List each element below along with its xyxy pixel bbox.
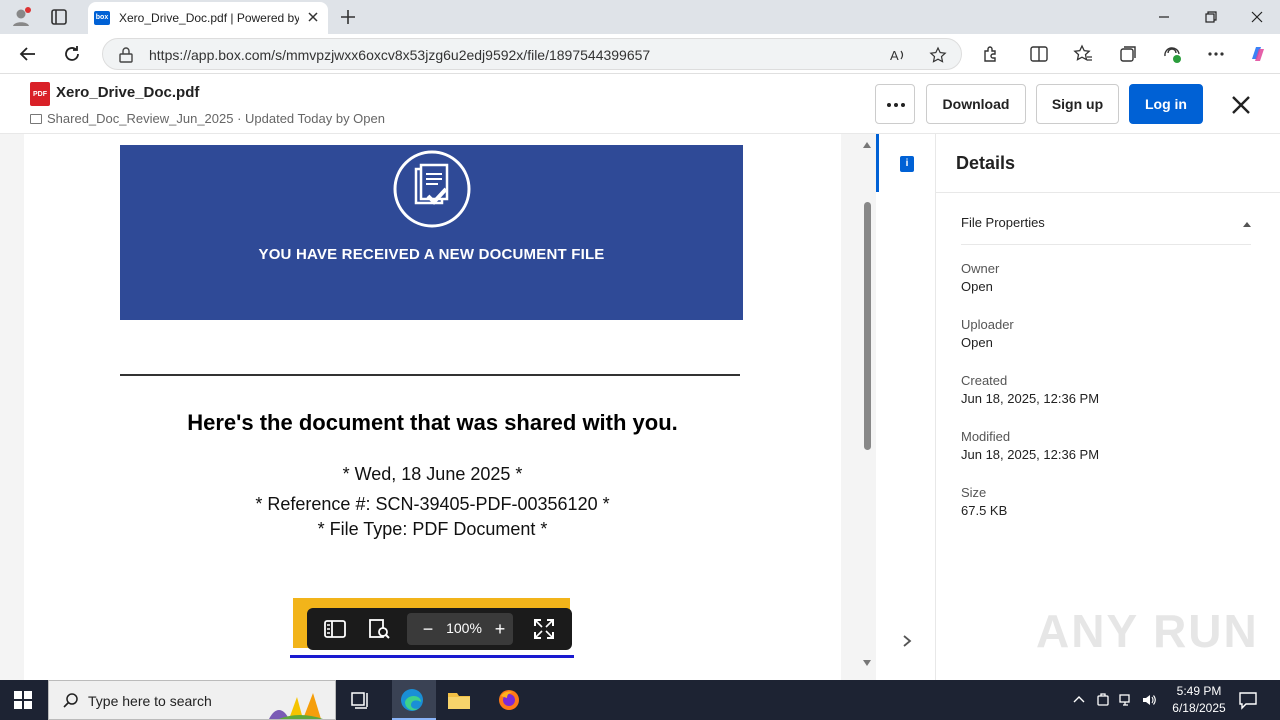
file-properties-header[interactable]: File Properties xyxy=(961,215,1045,230)
pdf-file-icon: PDF xyxy=(30,82,50,106)
breadcrumb[interactable]: Shared_Doc_Review_Jun_2025 · Updated Tod… xyxy=(47,111,385,126)
clock-date: 6/18/2025 xyxy=(1172,701,1226,715)
favorites-icon[interactable] xyxy=(1073,44,1093,64)
box-file-header: PDF Xero_Drive_Doc.pdf Shared_Doc_Review… xyxy=(0,74,1280,134)
active-indicator xyxy=(876,134,879,192)
scroll-thumb[interactable] xyxy=(864,202,871,450)
search-highlight-icon xyxy=(269,693,323,719)
uploader-value: Open xyxy=(961,335,993,350)
url-text: https://app.box.com/s/mmvpzjwxx6oxcv8x53… xyxy=(149,47,651,63)
close-window-icon[interactable] xyxy=(1248,8,1266,26)
show-hidden-icons-icon[interactable] xyxy=(1072,693,1086,707)
split-screen-icon[interactable] xyxy=(1029,44,1049,64)
owner-value: Open xyxy=(961,279,993,294)
owner-label: Owner xyxy=(961,261,1000,276)
more-menu-icon[interactable] xyxy=(1206,44,1226,64)
folder-icon xyxy=(30,114,42,124)
tab-title: Xero_Drive_Doc.pdf | Powered by Box xyxy=(119,11,299,25)
taskbar: Type here to search 5:49 PM 6/18/2025 xyxy=(0,680,1280,720)
taskbar-clock[interactable]: 5:49 PM 6/18/2025 xyxy=(1160,683,1238,717)
chevron-right-icon[interactable] xyxy=(900,634,914,648)
scroll-down-arrow[interactable] xyxy=(863,660,871,666)
document-heading: Here's the document that was shared with… xyxy=(187,410,678,435)
edge-browser-icon[interactable] xyxy=(399,688,425,712)
box-favicon-icon: box xyxy=(94,11,110,25)
search-icon xyxy=(63,693,78,708)
divider xyxy=(120,374,740,376)
details-title: Details xyxy=(956,153,1016,173)
more-options-button[interactable] xyxy=(875,84,915,124)
document-banner: YOU HAVE RECEIVED A NEW DOCUMENT FILE xyxy=(120,145,743,320)
size-value: 67.5 KB xyxy=(961,503,1008,518)
back-icon[interactable] xyxy=(18,44,38,64)
document-date: * Wed, 18 June 2025 * xyxy=(342,464,523,484)
created-label: Created xyxy=(961,373,1008,388)
fullscreen-icon[interactable] xyxy=(533,619,555,639)
zoom-out-button[interactable]: − xyxy=(417,615,439,643)
file-explorer-icon[interactable] xyxy=(446,688,472,712)
signup-button[interactable]: Sign up xyxy=(1036,84,1119,124)
document-page: YOU HAVE RECEIVED A NEW DOCUMENT FILE He… xyxy=(24,134,841,680)
url-field[interactable]: https://app.box.com/s/mmvpzjwxx6oxcv8x53… xyxy=(102,38,962,70)
browser-essentials-icon[interactable] xyxy=(1162,44,1182,64)
windows-start-icon[interactable] xyxy=(14,691,32,709)
extensions-icon[interactable] xyxy=(981,44,1001,64)
watermark: ANY RUN xyxy=(1036,605,1259,657)
sidebar-rail: i xyxy=(876,134,936,680)
collections-icon[interactable] xyxy=(1118,44,1138,64)
notifications-icon[interactable] xyxy=(1238,690,1258,710)
document-file-type: * File Type: PDF Document * xyxy=(317,519,548,539)
document-viewer[interactable]: YOU HAVE RECEIVED A NEW DOCUMENT FILE He… xyxy=(0,134,876,680)
document-reference: * Reference #: SCN-39405-PDF-00356120 * xyxy=(255,494,610,514)
firefox-icon[interactable] xyxy=(496,688,522,712)
zoom-level: 100% xyxy=(446,620,482,636)
clock-time: 5:49 PM xyxy=(1176,684,1222,698)
size-label: Size xyxy=(961,485,987,500)
link-underline xyxy=(290,655,574,658)
favorite-star-icon[interactable] xyxy=(929,46,947,64)
tab-active[interactable]: box Xero_Drive_Doc.pdf | Powered by Box xyxy=(88,2,328,34)
volume-icon[interactable] xyxy=(1142,693,1156,707)
zoom-in-button[interactable]: + xyxy=(489,615,511,643)
address-bar-row: https://app.box.com/s/mmvpzjwxx6oxcv8x53… xyxy=(0,34,1280,74)
network-icon[interactable] xyxy=(1119,693,1133,707)
svg-text:A: A xyxy=(890,48,899,63)
refresh-icon[interactable] xyxy=(62,44,82,64)
sidebar-toggle-icon[interactable] xyxy=(324,619,346,639)
read-aloud-icon[interactable]: A xyxy=(889,46,907,64)
find-in-document-icon[interactable] xyxy=(368,619,390,639)
minimize-icon[interactable] xyxy=(1155,8,1173,26)
details-info-icon[interactable]: i xyxy=(900,156,914,172)
task-view-icon[interactable] xyxy=(347,688,373,712)
profile-icon[interactable] xyxy=(10,6,32,28)
security-tray-icon[interactable] xyxy=(1096,693,1110,707)
tab-actions-icon[interactable] xyxy=(50,8,68,26)
scroll-up-arrow[interactable] xyxy=(863,142,871,148)
document-check-icon xyxy=(393,150,471,228)
file-name: Xero_Drive_Doc.pdf xyxy=(56,84,200,101)
zoom-toolbar: − 100% + xyxy=(307,608,572,650)
modified-label: Modified xyxy=(961,429,1011,444)
divider xyxy=(936,192,1280,193)
details-panel: Details File Properties Owner Open Uploa… xyxy=(936,134,1280,680)
taskbar-search[interactable]: Type here to search xyxy=(48,680,336,720)
restore-icon[interactable] xyxy=(1202,8,1220,26)
login-button[interactable]: Log in xyxy=(1129,84,1203,124)
close-tab-icon[interactable] xyxy=(304,8,322,26)
copilot-icon[interactable] xyxy=(1248,44,1268,64)
document-scrollbar[interactable] xyxy=(859,134,876,680)
created-value: Jun 18, 2025, 12:36 PM xyxy=(961,391,1100,406)
collapse-caret-icon[interactable] xyxy=(1243,222,1251,227)
download-button[interactable]: Download xyxy=(926,84,1026,124)
search-placeholder: Type here to search xyxy=(88,693,212,709)
site-info-icon[interactable] xyxy=(119,47,133,63)
uploader-label: Uploader xyxy=(961,317,1014,332)
browser-tab-bar: box Xero_Drive_Doc.pdf | Powered by Box xyxy=(0,0,1280,34)
new-tab-icon[interactable] xyxy=(338,7,358,27)
modified-value: Jun 18, 2025, 12:36 PM xyxy=(961,447,1100,462)
close-preview-icon[interactable] xyxy=(1230,94,1252,116)
divider xyxy=(961,244,1251,245)
banner-text: YOU HAVE RECEIVED A NEW DOCUMENT FILE xyxy=(258,246,605,263)
